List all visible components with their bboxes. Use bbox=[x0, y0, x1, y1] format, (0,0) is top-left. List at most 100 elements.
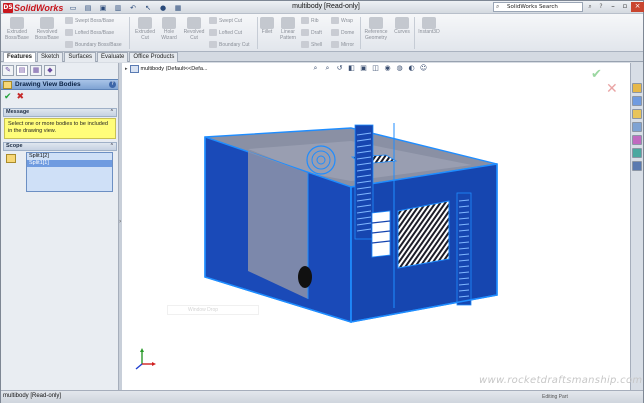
select-cursor-icon[interactable]: ↖ bbox=[142, 3, 154, 12]
scope-group-header[interactable]: Scope ⌃ bbox=[3, 142, 117, 151]
reference-geometry-label: Reference Geometry bbox=[364, 29, 388, 41]
property-manager-tab-icon[interactable]: ▤ bbox=[16, 65, 28, 76]
bodies-folder-icon bbox=[6, 154, 16, 163]
rebuild-icon[interactable]: ● bbox=[157, 3, 169, 12]
restore-button[interactable]: ▫ bbox=[619, 2, 631, 12]
options-icon[interactable]: ▦ bbox=[172, 3, 184, 12]
command-manager: Extruded Boss/Base Revolved Boss/Base Sw… bbox=[1, 14, 643, 52]
left-vent-louvers bbox=[354, 124, 374, 240]
help-icon[interactable]: ? bbox=[597, 3, 605, 11]
tab-office-products[interactable]: Office Products bbox=[129, 52, 179, 62]
display-manager-tab-icon[interactable]: ◆ bbox=[44, 65, 56, 76]
linear-pattern-button[interactable]: Linear Pattern bbox=[276, 17, 300, 41]
custom-properties-icon[interactable] bbox=[632, 148, 642, 158]
swept-cut-icon bbox=[209, 17, 217, 24]
save-icon[interactable]: ▣ bbox=[97, 3, 109, 12]
dome-button[interactable]: Dome bbox=[331, 29, 354, 36]
lofted-boss-label: Lofted Boss/Base bbox=[75, 29, 115, 36]
drawing-view-bodies-icon bbox=[3, 80, 12, 89]
ok-cancel-bar: ✔ ✖ bbox=[4, 92, 24, 102]
shell-label: Shell bbox=[311, 41, 323, 48]
status-bar: multibody [Read-only] Editing Part bbox=[1, 390, 643, 403]
tab-sketch[interactable]: Sketch bbox=[37, 52, 64, 62]
curves-button[interactable]: Curves bbox=[392, 17, 412, 36]
new-document-icon[interactable]: ▭ bbox=[67, 3, 79, 12]
file-explorer-icon[interactable] bbox=[632, 109, 642, 119]
document-recovery-icon[interactable] bbox=[632, 161, 642, 171]
extruded-cut-button[interactable]: Extruded Cut bbox=[132, 17, 158, 41]
title-tools: ⌕ ? bbox=[586, 3, 605, 11]
swept-cut-button[interactable]: Swept Cut bbox=[209, 17, 242, 24]
wrap-button[interactable]: Wrap bbox=[331, 17, 353, 24]
search-go-icon[interactable]: ⌕ bbox=[586, 3, 594, 11]
reference-geometry-icon bbox=[369, 17, 383, 29]
search-placeholder: SolidWorks Search bbox=[507, 4, 558, 10]
tab-surfaces[interactable]: Surfaces bbox=[64, 52, 97, 62]
instant3d-button[interactable]: Instant3D bbox=[416, 17, 442, 36]
command-separator bbox=[360, 17, 361, 49]
lofted-cut-button[interactable]: Lofted Cut bbox=[209, 29, 242, 36]
boundary-cut-label: Boundary Cut bbox=[219, 41, 250, 48]
collapse-chevron-icon[interactable]: ⌃ bbox=[110, 109, 114, 116]
message-group-header[interactable]: Message ⌃ bbox=[3, 108, 117, 117]
faded-watermark-text: Window Drop bbox=[188, 307, 219, 313]
mirror-label: Mirror bbox=[341, 41, 355, 48]
fillet-label: Fillet bbox=[261, 29, 273, 35]
configuration-manager-tab-icon[interactable]: ▦ bbox=[30, 65, 42, 76]
appearances-icon[interactable] bbox=[632, 135, 642, 145]
boundary-boss-button[interactable]: Boundary Boss/Base bbox=[65, 41, 122, 48]
title-bar: DS SolidWorks ▭ ▤ ▣ ▥ ↶ ↖ ● ▦ multibody … bbox=[1, 1, 644, 14]
help-icon[interactable]: ? bbox=[109, 81, 116, 88]
close-button[interactable]: × bbox=[631, 2, 644, 12]
solidworks-logo-text: SolidWorks bbox=[14, 2, 64, 13]
open-folder-icon[interactable]: ▤ bbox=[82, 3, 94, 12]
boundary-cut-button[interactable]: Boundary Cut bbox=[209, 41, 250, 48]
undo-icon[interactable]: ↶ bbox=[127, 3, 139, 12]
revolved-cut-button[interactable]: Revolved Cut bbox=[181, 17, 207, 41]
swept-boss-label: Swept Boss/Base bbox=[75, 17, 115, 24]
shell-button[interactable]: Shell bbox=[301, 41, 322, 48]
extruded-cut-label: Extruded Cut bbox=[134, 29, 155, 41]
graphics-area[interactable]: ▸ multibody (Default<<Defa... ⌕ ⌕ ↺ ◧ ▣ … bbox=[122, 63, 630, 390]
list-item-selected[interactable]: Split1[1] bbox=[27, 160, 112, 167]
extruded-cut-icon bbox=[138, 17, 152, 29]
design-library-icon[interactable] bbox=[632, 96, 642, 106]
draft-button[interactable]: Draft bbox=[301, 29, 322, 36]
swept-boss-button[interactable]: Swept Boss/Base bbox=[65, 17, 114, 24]
solidworks-search-input[interactable]: ⌕ SolidWorks Search bbox=[493, 2, 583, 12]
linear-pattern-label: Linear Pattern bbox=[279, 29, 297, 41]
reference-geometry-button[interactable]: Reference Geometry bbox=[362, 17, 390, 41]
solidworks-logo[interactable]: DS SolidWorks bbox=[3, 2, 63, 13]
swept-cut-label: Swept Cut bbox=[219, 17, 243, 24]
ok-checkmark-icon[interactable]: ✔ bbox=[4, 92, 12, 102]
revolved-boss-button[interactable]: Revolved Boss/Base bbox=[33, 17, 61, 41]
feature-manager-tab-icon[interactable]: ✎ bbox=[2, 65, 14, 76]
minimize-button[interactable]: – bbox=[607, 2, 619, 12]
fillet-button[interactable]: Fillet bbox=[259, 17, 275, 36]
revolved-boss-icon bbox=[40, 17, 54, 29]
extruded-boss-label: Extruded Boss/Base bbox=[5, 29, 29, 41]
quick-access-toolbar: ▭ ▤ ▣ ▥ ↶ ↖ ● ▦ bbox=[67, 3, 184, 12]
message-box: Select one or more bodies to be included… bbox=[4, 118, 116, 139]
tab-evaluate[interactable]: Evaluate bbox=[97, 52, 129, 62]
extruded-boss-button[interactable]: Extruded Boss/Base bbox=[4, 17, 30, 41]
revolved-cut-icon bbox=[187, 17, 201, 29]
tab-features[interactable]: Features bbox=[3, 52, 37, 62]
hole-wizard-button[interactable]: Hole Wizard bbox=[159, 17, 179, 41]
solidworks-window: DS SolidWorks ▭ ▤ ▣ ▥ ↶ ↖ ● ▦ multibody … bbox=[0, 0, 644, 403]
view-palette-icon[interactable] bbox=[632, 122, 642, 132]
mirror-button[interactable]: Mirror bbox=[331, 41, 354, 48]
cancel-x-icon[interactable]: ✖ bbox=[17, 92, 25, 102]
window-controls: – ▫ × bbox=[607, 2, 644, 12]
dome-label: Dome bbox=[341, 29, 355, 36]
print-icon[interactable]: ▥ bbox=[112, 3, 124, 12]
lofted-boss-button[interactable]: Lofted Boss/Base bbox=[65, 29, 114, 36]
resources-icon[interactable] bbox=[632, 83, 642, 93]
dome-icon bbox=[331, 29, 339, 36]
rib-button[interactable]: Rib bbox=[301, 17, 319, 24]
collapse-chevron-icon[interactable]: ⌃ bbox=[110, 143, 114, 150]
list-item[interactable]: Split1[2] bbox=[27, 153, 112, 160]
multibody-model-view[interactable] bbox=[122, 63, 630, 390]
window-title: multibody [Read-only] bbox=[292, 3, 360, 10]
scope-bodies-list[interactable]: Split1[2] Split1[1] bbox=[26, 152, 113, 192]
